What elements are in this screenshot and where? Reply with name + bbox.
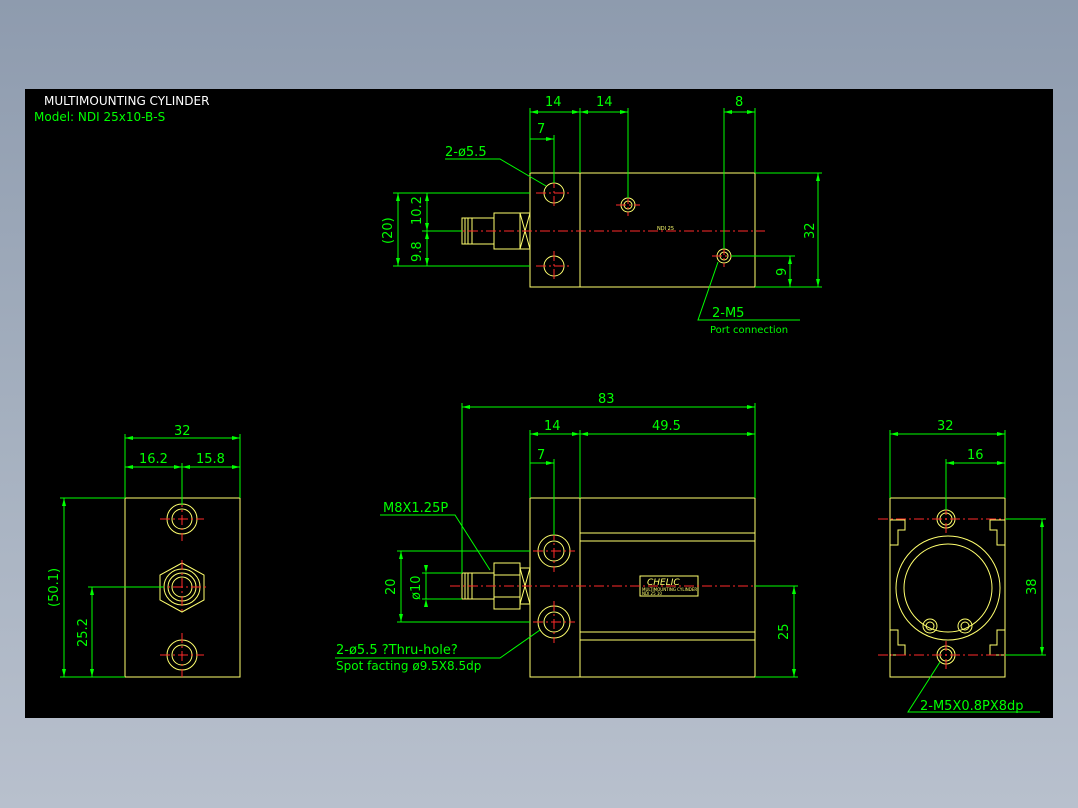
dim-7: 7: [537, 122, 545, 137]
model-label: Model: NDI 25x10-B-S: [34, 110, 165, 124]
dim-10-2: 10.2: [410, 196, 425, 225]
drawing-title: MULTIMOUNTING CYLINDER: [44, 94, 209, 108]
port-note: Port connection: [710, 325, 788, 336]
dim-83: 83: [598, 392, 615, 407]
dim-14-b: 14: [596, 95, 613, 110]
dim-8: 8: [735, 95, 743, 110]
dim-20-ref: (20): [381, 217, 396, 244]
dim-32: 32: [937, 419, 954, 434]
dim-dia10: ø10: [409, 576, 424, 601]
body-mark: NDI 25: [657, 226, 674, 232]
tap-callout: 2-M5X0.8PX8dp: [920, 699, 1024, 714]
port-callout: 2-M5: [712, 306, 744, 321]
hole-callout: 2-ø5.5: [445, 145, 487, 160]
dim-38: 38: [1025, 578, 1040, 595]
dim-20: 20: [384, 578, 399, 595]
dim-7: 7: [537, 448, 545, 463]
dim-9-8: 9.8: [410, 241, 425, 262]
dim-15-8: 15.8: [196, 452, 225, 467]
dim-16: 16: [967, 448, 984, 463]
cad-viewport[interactable]: MULTIMOUNTING CYLINDER Model: NDI 25x10-…: [0, 0, 1078, 808]
dim-49-5: 49.5: [652, 419, 681, 434]
dim-9: 9: [775, 268, 790, 276]
brand-model: NDI 25 10: [642, 591, 662, 596]
dim-50-1: (50.1): [47, 568, 62, 607]
thread-callout: M8X1.25P: [383, 501, 448, 516]
dim-32: 32: [803, 222, 818, 239]
dim-16-2: 16.2: [139, 452, 168, 467]
dim-25-2: 25.2: [76, 618, 91, 647]
spot-facing-note: Spot facting ø9.5X8.5dp: [336, 659, 481, 673]
drawing-canvas[interactable]: [25, 89, 1053, 718]
dim-25: 25: [777, 623, 792, 640]
dim-32: 32: [174, 424, 191, 439]
dim-14: 14: [544, 419, 561, 434]
hole-callout: 2-ø5.5 ?Thru-hole?: [336, 643, 458, 658]
dim-14-a: 14: [545, 95, 562, 110]
